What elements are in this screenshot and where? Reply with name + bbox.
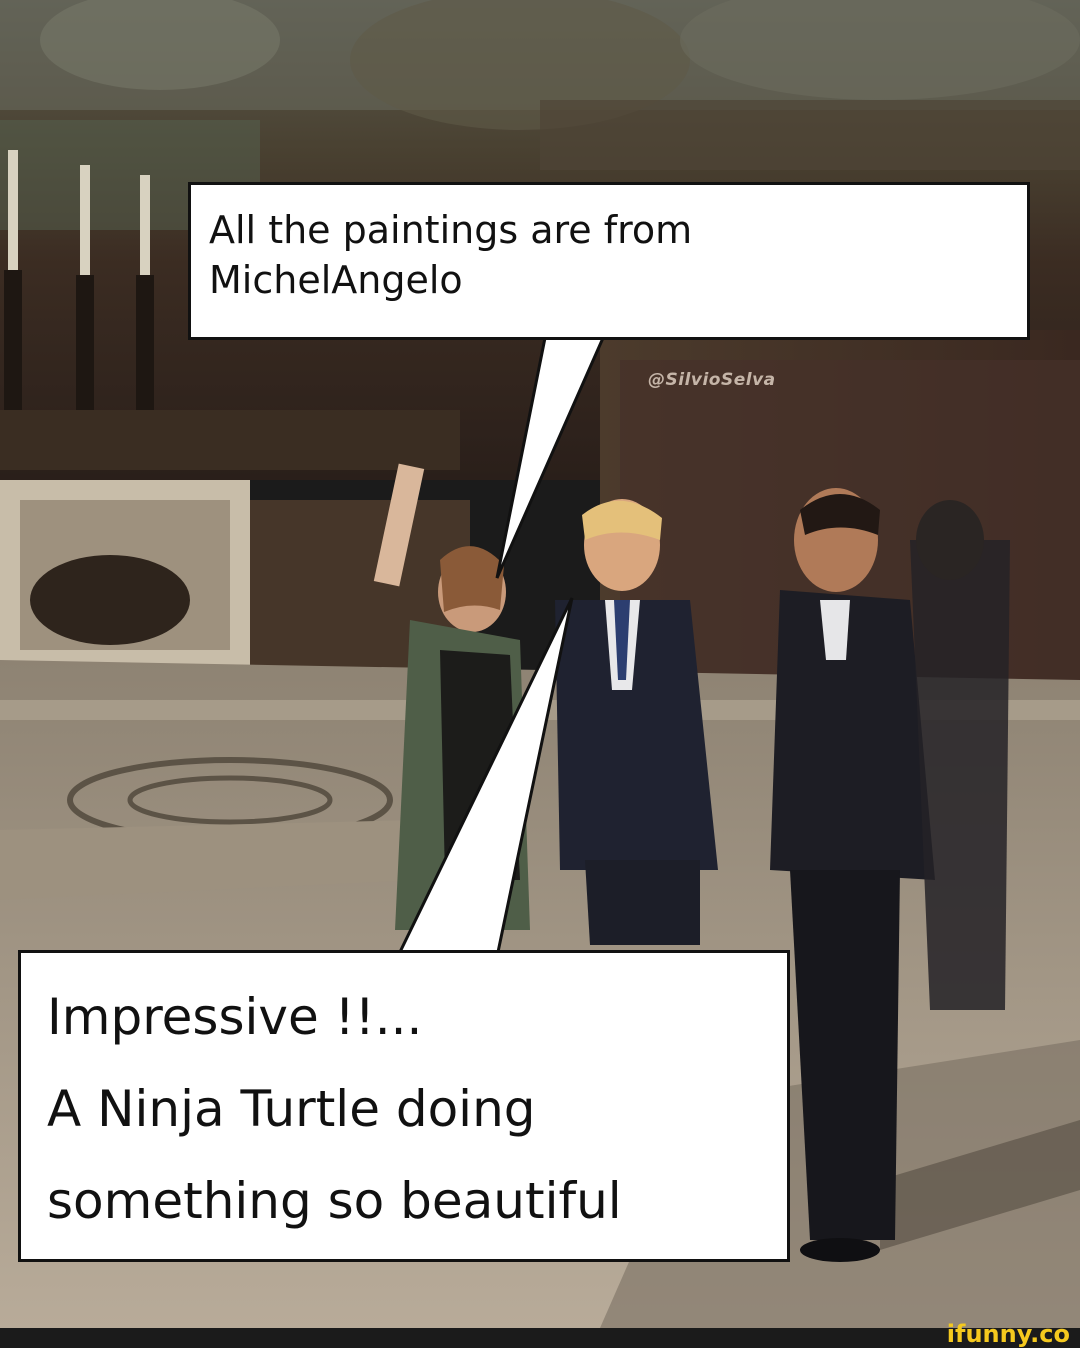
speech-line: Impressive !!... <box>47 988 423 1046</box>
ifunny-logo[interactable]: ifunny.co <box>947 1321 1070 1347</box>
speech-line: MichelAngelo <box>209 258 463 302</box>
author-watermark: @SilvioSelva <box>648 370 776 390</box>
speech-line: A Ninja Turtle doing <box>47 1080 536 1138</box>
speech-bubble-bottom: Impressive !!... A Ninja Turtle doing so… <box>18 950 790 1262</box>
footer-bar <box>0 1328 1080 1348</box>
meme-image: All the paintings are from MichelAngelo … <box>0 0 1080 1348</box>
speech-line: something so beautiful <box>47 1172 622 1230</box>
speech-line: All the paintings are from <box>209 208 693 252</box>
speech-bubble-top: All the paintings are from MichelAngelo <box>188 182 1030 340</box>
